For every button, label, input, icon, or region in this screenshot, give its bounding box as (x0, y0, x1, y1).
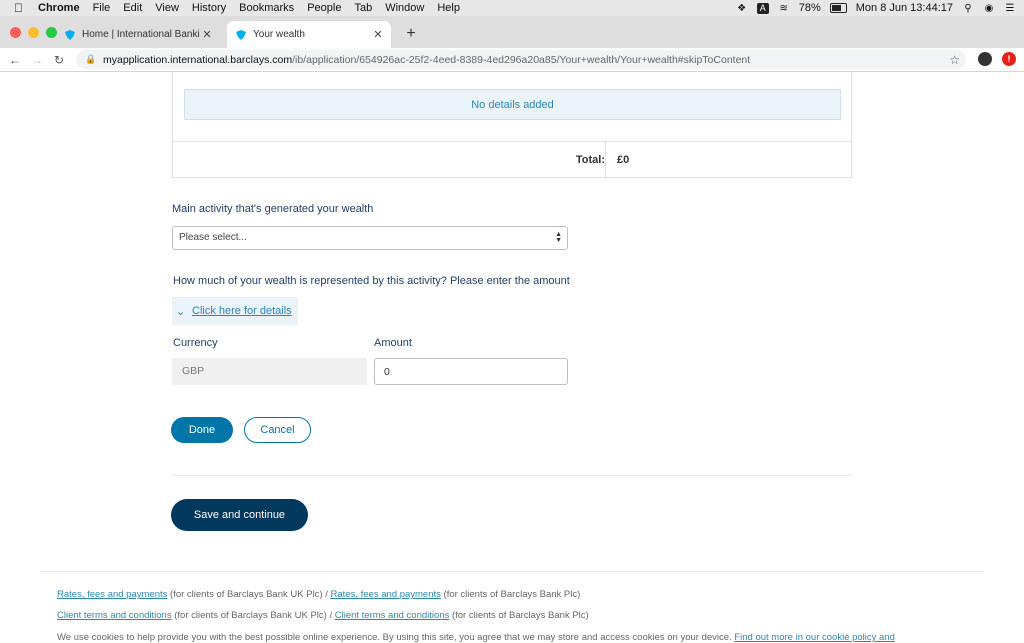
footer-divider (40, 571, 984, 572)
footer-note: (for clients of Barclays Bank Plc) (440, 589, 581, 600)
amount-input[interactable] (374, 358, 568, 385)
total-row: Total: £0 (173, 141, 851, 177)
siri-icon[interactable]: ◉ (983, 3, 995, 14)
cookie-notice: We use cookies to help provide you with … (57, 632, 895, 643)
browser-tab-strip: Home | International Banking | ✕ Your we… (0, 16, 1024, 48)
menubar-clock[interactable]: Mon 8 Jun 13:44:17 (856, 2, 953, 14)
dropbox-icon[interactable]: ❖ (736, 3, 748, 14)
battery-percent: 78% (798, 2, 821, 14)
tab-your-wealth[interactable]: Your wealth ✕ (227, 21, 391, 48)
page-content: No details added Total: £0 Main activity… (0, 72, 1024, 643)
notification-center-icon[interactable]: ☰ (1004, 3, 1016, 14)
wealth-amount-question: How much of your wealth is represented b… (173, 275, 570, 287)
extension-icon[interactable]: ! (1002, 52, 1016, 66)
new-tab-plus-icon[interactable]: + (403, 25, 419, 43)
menu-file[interactable]: File (93, 2, 111, 14)
browser-toolbar: ← → ↻ 🔒 myapplication.international.barc… (0, 48, 1024, 72)
menu-bookmarks[interactable]: Bookmarks (239, 2, 294, 14)
total-divider (605, 142, 606, 177)
address-bar[interactable]: 🔒 myapplication.international.barclays.c… (76, 50, 966, 69)
apple-icon[interactable]:  (14, 1, 28, 15)
tab-close-icon[interactable]: ✕ (200, 28, 214, 41)
barclays-eagle-icon (236, 29, 246, 40)
currency-label: Currency (173, 337, 218, 349)
total-value: £0 (617, 154, 630, 166)
footer-rates-row: Rates, fees and payments (for clients of… (57, 589, 580, 600)
client-terms-link-plc[interactable]: Client terms and conditions (335, 610, 450, 621)
main-activity-selected-value: Please select... (179, 232, 247, 243)
menu-help[interactable]: Help (437, 2, 460, 14)
menu-people[interactable]: People (307, 2, 341, 14)
section-divider (172, 475, 852, 476)
menu-view[interactable]: View (155, 2, 179, 14)
cookie-policy-link[interactable]: Find out more in our cookie policy and (734, 632, 895, 643)
barclays-eagle-icon (65, 29, 75, 40)
menu-tab[interactable]: Tab (354, 2, 372, 14)
menu-app-chrome[interactable]: Chrome (38, 2, 80, 14)
forward-arrow-icon[interactable]: → (26, 53, 48, 67)
chevron-down-icon: ⌄ (176, 305, 186, 318)
main-activity-label: Main activity that's generated your weal… (172, 203, 374, 215)
macos-menubar:  Chrome File Edit View History Bookmark… (0, 0, 1024, 16)
rates-fees-link-uk[interactable]: Rates, fees and payments (57, 589, 167, 600)
click-for-details-link[interactable]: Click here for details (192, 305, 292, 317)
wealth-details-panel: No details added Total: £0 (172, 72, 852, 178)
spotlight-search-icon[interactable]: ⚲ (962, 3, 974, 14)
done-button[interactable]: Done (171, 417, 233, 443)
keyboard-input-icon[interactable]: A (756, 2, 769, 14)
window-close-button[interactable] (10, 27, 21, 38)
total-label: Total: (575, 154, 605, 166)
back-arrow-icon[interactable]: ← (4, 53, 26, 67)
no-details-message: No details added (184, 89, 841, 120)
menu-window[interactable]: Window (385, 2, 424, 14)
profile-avatar[interactable] (978, 52, 992, 66)
tab-title: Home | International Banking | (82, 29, 200, 40)
bookmark-star-icon[interactable]: ☆ (949, 53, 960, 67)
lock-icon[interactable]: 🔒 (85, 54, 96, 65)
footer-note: (for clients of Barclays Bank UK Plc) / (171, 610, 335, 621)
tab-title: Your wealth (253, 29, 305, 40)
menu-edit[interactable]: Edit (123, 2, 142, 14)
footer-note: (for clients of Barclays Bank Plc) (449, 610, 589, 621)
cookie-notice-text: We use cookies to help provide you with … (57, 632, 735, 643)
details-disclosure[interactable]: ⌄ Click here for details (172, 297, 298, 325)
url-path: /ib/application/654926ac-25f2-4eed-8389-… (292, 53, 751, 66)
client-terms-link-uk[interactable]: Client terms and conditions (57, 610, 172, 621)
footer-terms-row: Client terms and conditions (for clients… (57, 610, 589, 621)
select-arrows-icon: ▲ ▼ (555, 231, 562, 244)
url-host: myapplication.international.barclays.com (103, 53, 293, 66)
battery-icon[interactable] (829, 3, 847, 13)
save-and-continue-button[interactable]: Save and continue (171, 499, 308, 531)
main-activity-select[interactable]: Please select... ▲ ▼ (172, 226, 568, 250)
tab-close-icon[interactable]: ✕ (371, 28, 385, 41)
footer-note: (for clients of Barclays Bank UK Plc) / (167, 589, 331, 600)
window-minimize-button[interactable] (28, 27, 39, 38)
menu-history[interactable]: History (192, 2, 226, 14)
window-controls (10, 27, 57, 38)
reload-icon[interactable]: ↻ (48, 53, 70, 67)
cancel-button[interactable]: Cancel (244, 417, 311, 443)
menubar-status-area: ❖ A ≋ 78% Mon 8 Jun 13:44:17 ⚲ ◉ ☰ (736, 0, 1016, 16)
tab-home-international-banking[interactable]: Home | International Banking | ✕ (56, 21, 220, 48)
currency-field: GBP (172, 358, 367, 385)
rates-fees-link-plc[interactable]: Rates, fees and payments (331, 589, 441, 600)
amount-label: Amount (374, 337, 412, 349)
wifi-icon[interactable]: ≋ (778, 3, 790, 14)
